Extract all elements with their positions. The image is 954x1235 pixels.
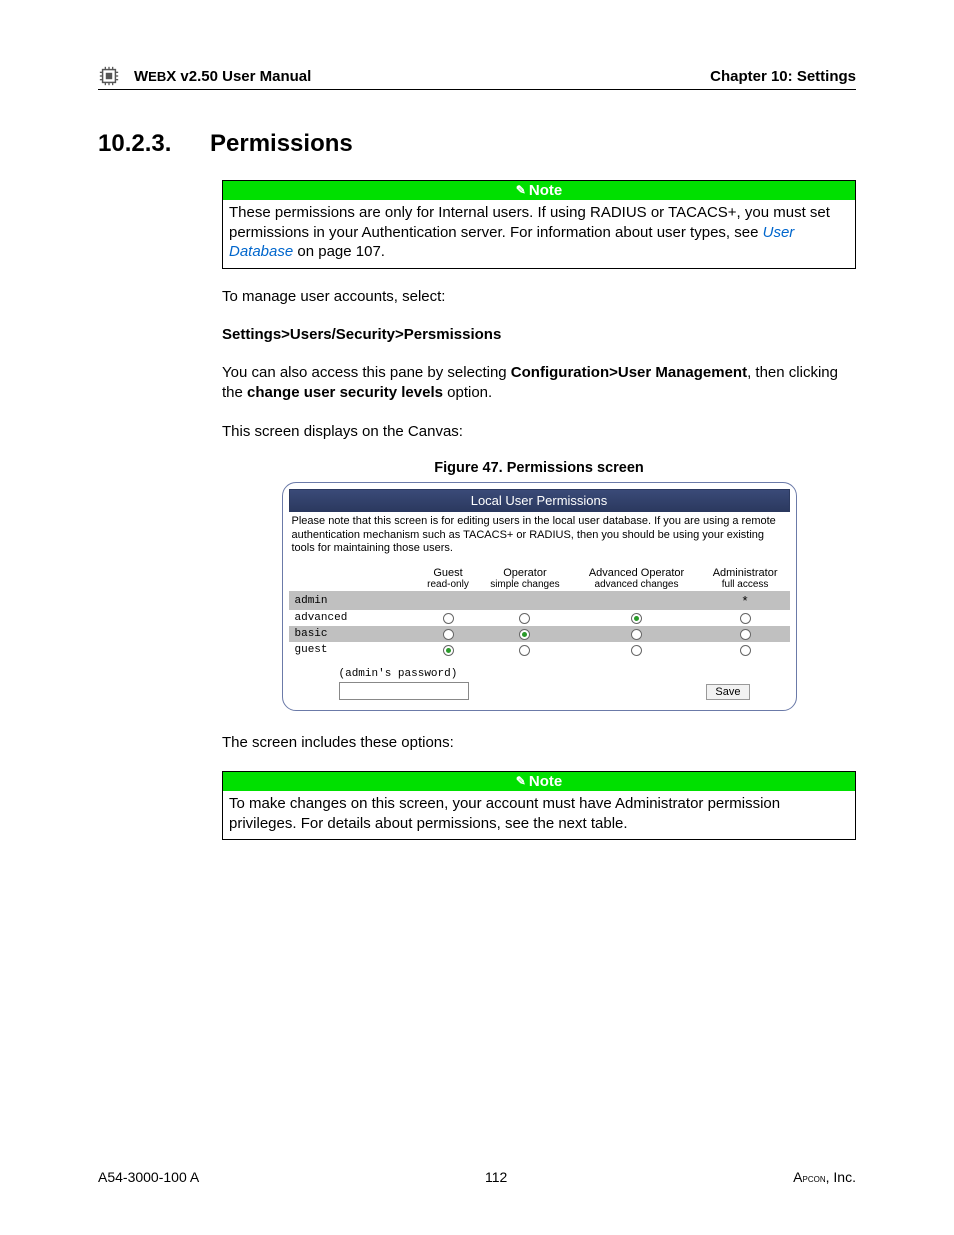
password-label: (admin's password) — [339, 668, 458, 680]
star-icon: * — [743, 593, 748, 608]
permission-cell[interactable] — [419, 610, 478, 626]
page-footer: A54-3000-100 A 112 Apcon, Inc. — [98, 1169, 856, 1185]
figure-caption: Figure 47. Permissions screen — [222, 460, 856, 476]
password-row: (admin's password) Save — [289, 668, 790, 700]
table-row: advanced — [289, 610, 790, 626]
screenshot-note: Please note that this screen is for edit… — [289, 512, 790, 566]
col-advanced-operator: Advanced Operatoradvanced changes — [572, 566, 700, 591]
note-box-2: ✎Note To make changes on this screen, yo… — [222, 771, 856, 840]
note-box-1: ✎Note These permissions are only for Int… — [222, 180, 856, 269]
username-cell: basic — [289, 626, 419, 642]
table-row: basic — [289, 626, 790, 642]
note-icon: ✎ — [516, 774, 526, 788]
permission-cell[interactable] — [478, 642, 573, 658]
radio-unselected[interactable] — [519, 645, 530, 656]
table-row: guest — [289, 642, 790, 658]
permission-cell — [572, 591, 700, 610]
note-body: These permissions are only for Internal … — [223, 200, 855, 268]
username-cell: admin — [289, 591, 419, 610]
paragraph: The screen includes these options: — [222, 733, 856, 753]
radio-unselected[interactable] — [519, 613, 530, 624]
permissions-screenshot: Local User Permissions Please note that … — [282, 482, 797, 711]
nav-path: Settings>Users/Security>Persmissions — [222, 325, 856, 345]
paragraph: This screen displays on the Canvas: — [222, 422, 856, 442]
username-cell: guest — [289, 642, 419, 658]
permission-cell — [419, 591, 478, 610]
username-cell: advanced — [289, 610, 419, 626]
section-number: 10.2.3. — [98, 130, 210, 158]
permission-cell[interactable] — [478, 626, 573, 642]
permission-cell[interactable] — [701, 626, 790, 642]
paragraph: To manage user accounts, select: — [222, 287, 856, 307]
permissions-table: Guestread-only Operatorsimple changes Ad… — [289, 566, 790, 658]
radio-selected[interactable] — [443, 645, 454, 656]
radio-unselected[interactable] — [443, 613, 454, 624]
radio-unselected[interactable] — [740, 645, 751, 656]
section-title: Permissions — [210, 130, 353, 158]
permission-cell[interactable] — [419, 642, 478, 658]
table-row: admin * — [289, 591, 790, 610]
footer-page-number: 112 — [485, 1169, 507, 1185]
radio-selected[interactable] — [631, 613, 642, 624]
save-button[interactable]: Save — [706, 684, 749, 700]
footer-left: A54-3000-100 A — [98, 1169, 199, 1185]
radio-selected[interactable] — [519, 629, 530, 640]
permission-cell — [478, 591, 573, 610]
radio-unselected[interactable] — [631, 629, 642, 640]
col-administrator: Administratorfull access — [701, 566, 790, 591]
permission-cell[interactable] — [572, 626, 700, 642]
radio-unselected[interactable] — [740, 629, 751, 640]
page-header: WEBX v2.50 User Manual Chapter 10: Setti… — [98, 65, 856, 90]
section-heading: 10.2.3. Permissions — [98, 130, 856, 158]
header-chapter: Chapter 10: Settings — [710, 68, 856, 85]
note-title: ✎Note — [223, 772, 855, 791]
header-product: WEBX v2.50 User Manual — [134, 68, 710, 85]
footer-right: Apcon, Inc. — [793, 1169, 856, 1185]
col-guest: Guestread-only — [419, 566, 478, 591]
permission-cell[interactable] — [419, 626, 478, 642]
paragraph: You can also access this pane by selecti… — [222, 363, 856, 404]
permission-cell[interactable] — [572, 642, 700, 658]
note-title: ✎Note — [223, 181, 855, 200]
screenshot-title: Local User Permissions — [289, 489, 790, 512]
note-body: To make changes on this screen, your acc… — [223, 791, 855, 839]
radio-unselected[interactable] — [443, 629, 454, 640]
radio-unselected[interactable] — [631, 645, 642, 656]
permission-cell[interactable] — [478, 610, 573, 626]
radio-unselected[interactable] — [740, 613, 751, 624]
admin-password-input[interactable] — [339, 682, 469, 700]
chip-icon — [98, 65, 120, 87]
permission-cell[interactable] — [572, 610, 700, 626]
col-operator: Operatorsimple changes — [478, 566, 573, 591]
permission-cell[interactable] — [701, 642, 790, 658]
note-icon: ✎ — [516, 183, 526, 197]
permission-cell: * — [701, 591, 790, 610]
permission-cell[interactable] — [701, 610, 790, 626]
